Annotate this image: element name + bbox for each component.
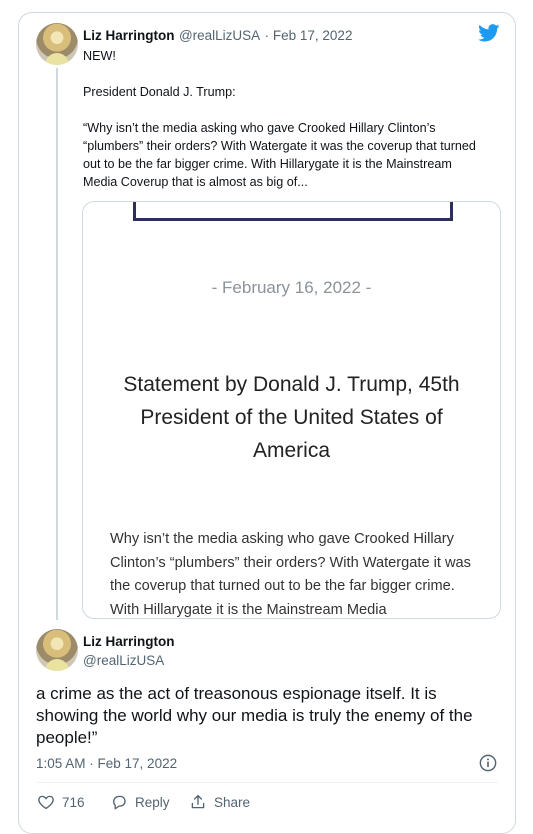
avatar[interactable]	[36, 629, 78, 671]
timestamp[interactable]: 1:05 AM · Feb 17, 2022	[36, 756, 177, 771]
like-count: 716	[62, 794, 85, 810]
statement-body: Why isn’t the media asking who gave Croo…	[110, 531, 471, 618]
statement-title: Statement by Donald J. Trump, 45th Presi…	[123, 373, 460, 462]
twitter-bird-icon[interactable]	[478, 24, 500, 42]
author-handle[interactable]: @realLizUSA	[83, 653, 164, 668]
share-button[interactable]: Share	[189, 793, 250, 811]
author-name[interactable]: Liz Harrington	[83, 28, 175, 43]
reply-label: Reply	[135, 794, 170, 810]
reply-text: a crime as the act of treasonous espiona…	[36, 684, 473, 747]
tweet-date[interactable]: · Feb 17, 2022	[265, 28, 353, 43]
tweet-text: NEW! President Donald J. Trump: “Why isn…	[83, 47, 483, 191]
share-label: Share	[214, 794, 251, 810]
tweet-paragraph: NEW!	[83, 49, 116, 63]
embedded-image[interactable]: - February 16, 2022 - Statement by Donal…	[82, 201, 501, 619]
statement-date: - February 16, 2022 -	[211, 278, 372, 297]
avatar[interactable]	[36, 23, 78, 65]
tweet-paragraph: “Why isn’t the media asking who gave Cro…	[83, 121, 480, 189]
like-button[interactable]: 716	[37, 793, 85, 811]
reply-button[interactable]: Reply	[110, 793, 170, 811]
statement-frame-border	[133, 202, 453, 221]
heart-icon	[38, 795, 54, 810]
author-handle[interactable]: @realLizUSA	[179, 28, 260, 43]
share-icon	[191, 794, 205, 809]
thread-connector	[56, 68, 58, 620]
tweet-paragraph: President Donald J. Trump:	[83, 85, 236, 99]
tweet-header: Liz Harrington @realLizUSA · Feb 17, 202…	[83, 27, 352, 45]
info-icon[interactable]	[479, 754, 497, 772]
divider	[36, 782, 498, 783]
reply-icon	[113, 795, 126, 810]
author-name[interactable]: Liz Harrington	[83, 634, 175, 649]
